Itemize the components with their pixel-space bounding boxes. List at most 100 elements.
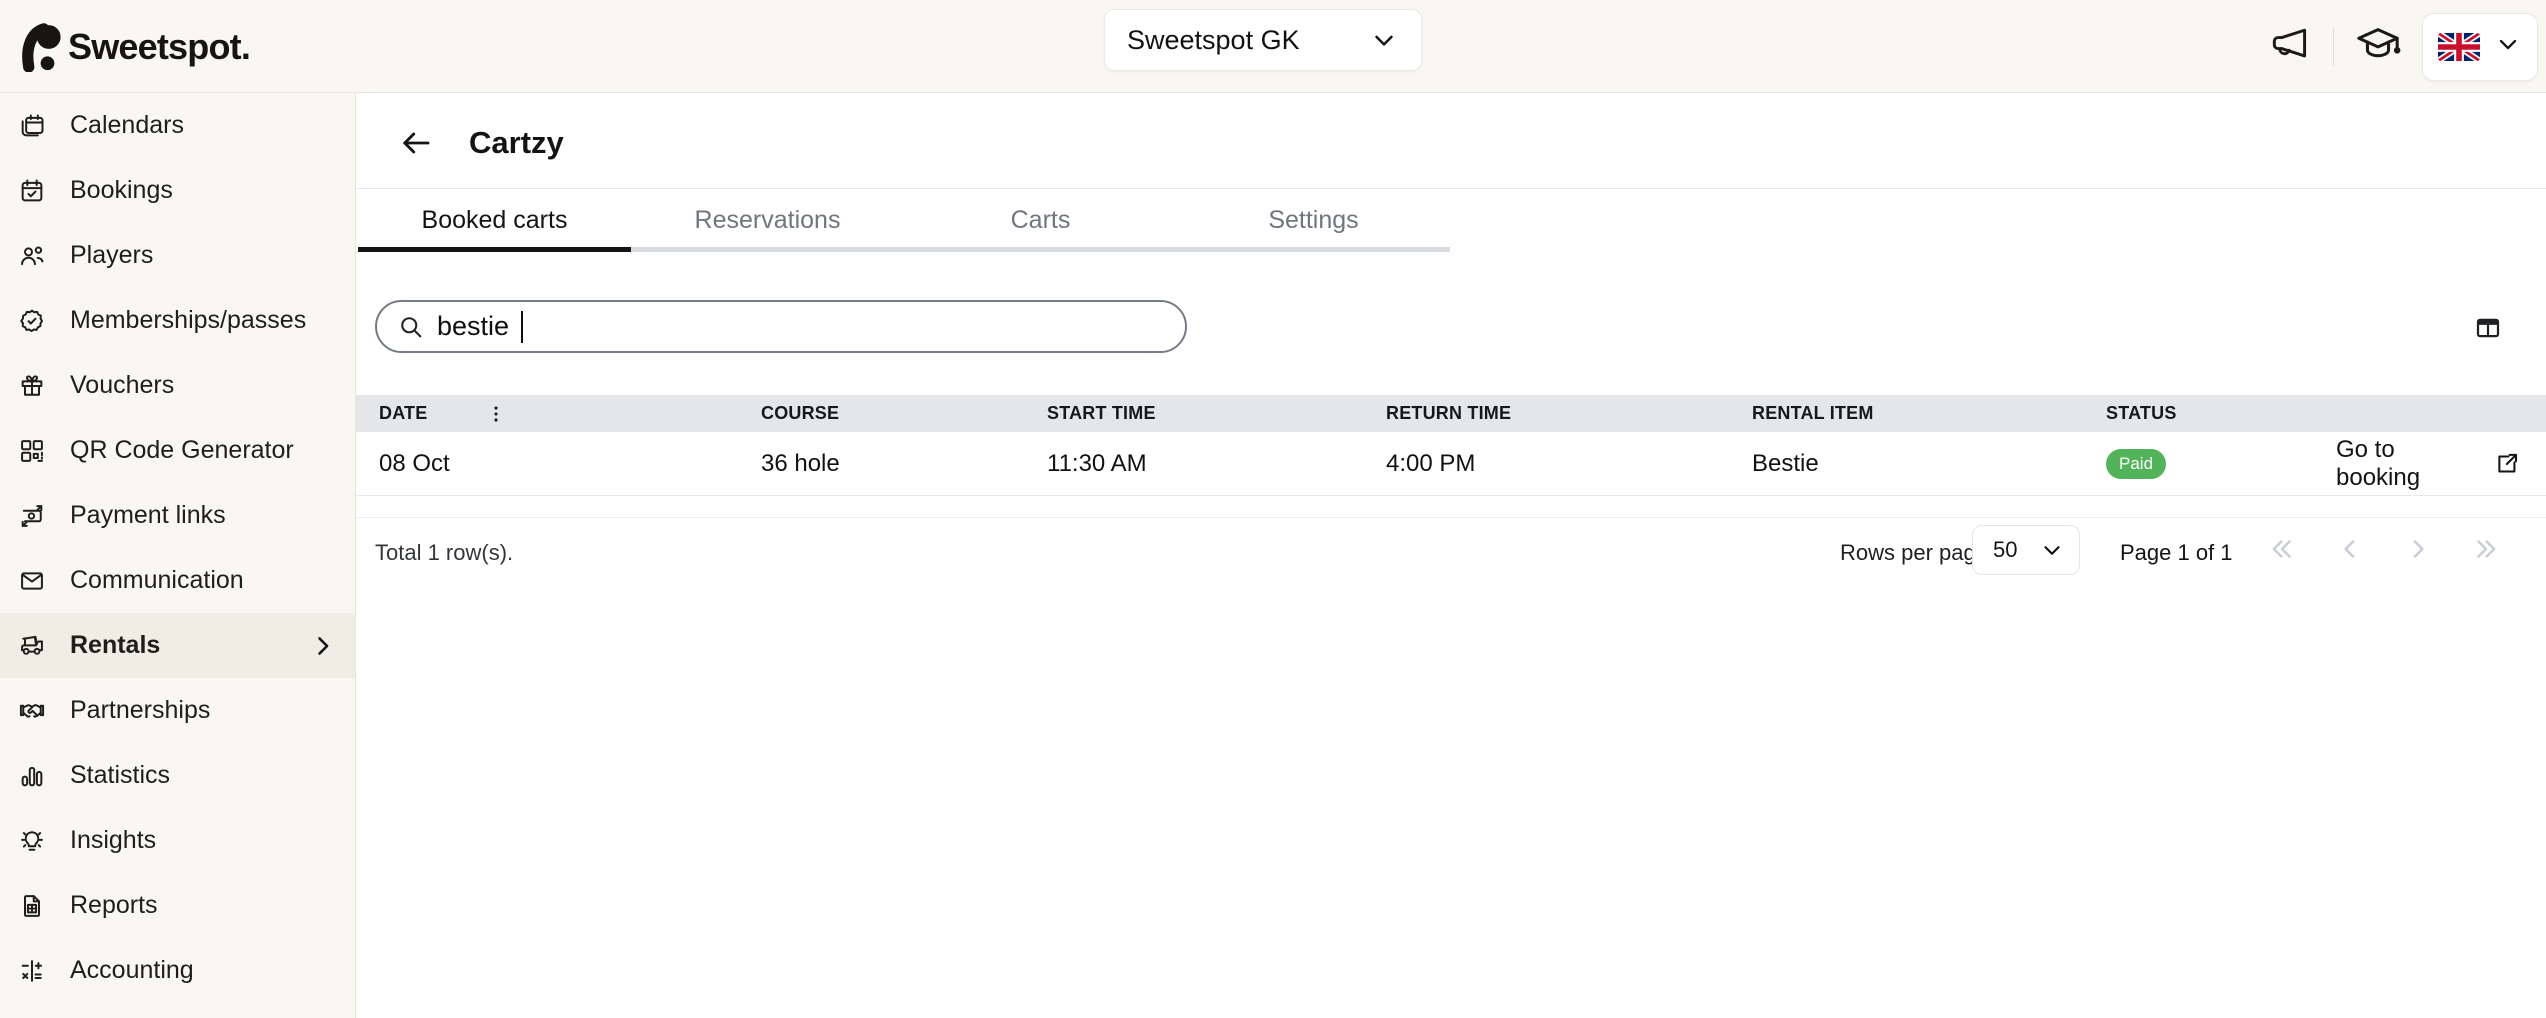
cell-course: 36 hole — [761, 450, 1047, 478]
sidebar-item-label: Reports — [70, 891, 158, 920]
sidebar-item-label: Statistics — [70, 761, 170, 790]
cell-rental-item: Bestie — [1752, 450, 2106, 478]
main-content: Cartzy Booked carts Reservations Carts S… — [356, 93, 2546, 1018]
players-icon — [18, 242, 46, 270]
communication-icon — [18, 567, 46, 595]
cell-return-time: 4:00 PM — [1386, 450, 1752, 478]
sidebar-item-reports[interactable]: Reports — [0, 873, 355, 938]
sidebar-item-bookings[interactable]: Bookings — [0, 158, 355, 223]
text-caret — [521, 311, 523, 343]
announcements-button[interactable] — [2263, 21, 2315, 73]
sidebar-item-qr-code-generator[interactable]: QR Code Generator — [0, 418, 355, 483]
tab-bar: Booked carts Reservations Carts Settings — [358, 189, 1450, 252]
sidebar-item-label: Insights — [70, 826, 156, 855]
chevron-right-icon — [309, 632, 337, 660]
handshake-icon — [18, 697, 46, 725]
sidebar-item-label: Partnerships — [70, 696, 210, 725]
column-header-date: DATE — [379, 401, 761, 427]
title-row: Cartzy — [356, 93, 2546, 188]
chevrons-left-icon — [2267, 534, 2297, 564]
sidebar-item-vouchers[interactable]: Vouchers — [0, 353, 355, 418]
sidebar-item-partnerships[interactable]: Partnerships — [0, 678, 355, 743]
chevron-down-icon — [2494, 30, 2522, 63]
active-tab-indicator — [358, 247, 631, 252]
table-footer: Total 1 row(s). Rows per page 50 Page 1 … — [356, 523, 2546, 583]
sidebar-item-label: Rentals — [70, 631, 160, 660]
chevron-down-icon — [1369, 25, 1399, 55]
sidebar-item-memberships[interactable]: Memberships/passes — [0, 288, 355, 353]
arrow-left-icon — [398, 125, 434, 161]
calendars-icon — [18, 112, 46, 140]
table-header: DATE COURSE START TIME RETURN TIME RENTA… — [356, 395, 2546, 432]
sidebar-item-label: Calendars — [70, 111, 184, 140]
previous-page-button[interactable] — [2329, 528, 2371, 570]
bar-chart-icon — [18, 762, 46, 790]
search-icon — [397, 313, 425, 341]
sidebar-item-rentals[interactable]: Rentals — [0, 613, 355, 678]
club-selector-value: Sweetspot GK — [1127, 25, 1300, 56]
search-row: bestie — [356, 300, 2546, 354]
top-actions — [2263, 0, 2538, 93]
table-bottom-border — [356, 517, 2546, 518]
external-link-icon — [2494, 451, 2520, 477]
cartzy-page: Sweetspot. Sweetspot GK — [0, 0, 2546, 1018]
chevron-right-icon — [2403, 534, 2433, 564]
sidebar-item-label: Bookings — [70, 176, 173, 205]
search-value: bestie — [437, 311, 509, 342]
sidebar-item-label: Payment links — [70, 501, 226, 530]
sidebar-item-label: QR Code Generator — [70, 436, 294, 465]
cell-date: 08 Oct — [379, 450, 761, 478]
academy-button[interactable] — [2352, 21, 2404, 73]
sidebar-item-calendars[interactable]: Calendars — [0, 93, 355, 158]
qr-code-icon — [18, 437, 46, 465]
report-file-icon — [18, 892, 46, 920]
kebab-menu-icon — [485, 403, 507, 425]
megaphone-icon — [2267, 22, 2311, 71]
payment-links-icon — [18, 502, 46, 530]
pagination-controls — [2261, 528, 2507, 570]
tab-carts[interactable]: Carts — [904, 189, 1177, 252]
graduation-cap-icon — [2355, 21, 2401, 72]
logo-text: Sweetspot. — [68, 26, 250, 68]
first-page-button[interactable] — [2261, 528, 2303, 570]
cell-status: Paid — [2106, 448, 2336, 479]
go-to-booking-link[interactable]: Go to booking — [2336, 436, 2546, 492]
club-selector-dropdown[interactable]: Sweetspot GK — [1104, 9, 1422, 71]
page-info: Page 1 of 1 — [2120, 540, 2233, 566]
column-settings-button[interactable] — [2468, 308, 2508, 348]
sidebar-item-label: Vouchers — [70, 371, 174, 400]
tab-booked-carts[interactable]: Booked carts — [358, 189, 631, 252]
rows-per-page-label: Rows per page — [1840, 540, 1988, 566]
sidebar-item-insights[interactable]: Insights — [0, 808, 355, 873]
next-page-button[interactable] — [2397, 528, 2439, 570]
sidebar-item-accounting[interactable]: Accounting — [0, 938, 355, 1003]
columns-view-icon — [2473, 313, 2503, 343]
accounting-icon — [18, 957, 46, 985]
chevron-down-icon — [2039, 537, 2065, 563]
language-selector[interactable] — [2422, 13, 2538, 81]
sidebar-item-label: Memberships/passes — [70, 306, 306, 335]
golf-cart-icon — [18, 632, 46, 660]
sidebar-item-payment-links[interactable]: Payment links — [0, 483, 355, 548]
cell-start-time: 11:30 AM — [1047, 450, 1386, 478]
search-input[interactable]: bestie — [375, 300, 1187, 353]
tab-underline-track — [358, 247, 1450, 252]
table-row: 08 Oct 36 hole 11:30 AM 4:00 PM Bestie P… — [356, 432, 2546, 496]
tab-settings[interactable]: Settings — [1177, 189, 1450, 252]
go-to-booking-label: Go to booking — [2336, 436, 2484, 492]
back-button[interactable] — [392, 119, 440, 167]
header-divider — [2333, 28, 2334, 66]
rows-per-page-value: 50 — [1993, 537, 2017, 563]
top-header: Sweetspot. Sweetspot GK — [0, 0, 2546, 93]
vouchers-icon — [18, 372, 46, 400]
sidebar-item-communication[interactable]: Communication — [0, 548, 355, 613]
sidebar-item-players[interactable]: Players — [0, 223, 355, 288]
sidebar-item-statistics[interactable]: Statistics — [0, 743, 355, 808]
uk-flag-icon — [2438, 33, 2480, 61]
column-menu-button[interactable] — [483, 401, 509, 427]
column-header-start-time: START TIME — [1047, 403, 1386, 424]
tab-reservations[interactable]: Reservations — [631, 189, 904, 252]
rows-per-page-select[interactable]: 50 — [1972, 525, 2080, 575]
sidebar: Calendars Bookings Players Memberships/p… — [0, 93, 356, 1018]
last-page-button[interactable] — [2465, 528, 2507, 570]
